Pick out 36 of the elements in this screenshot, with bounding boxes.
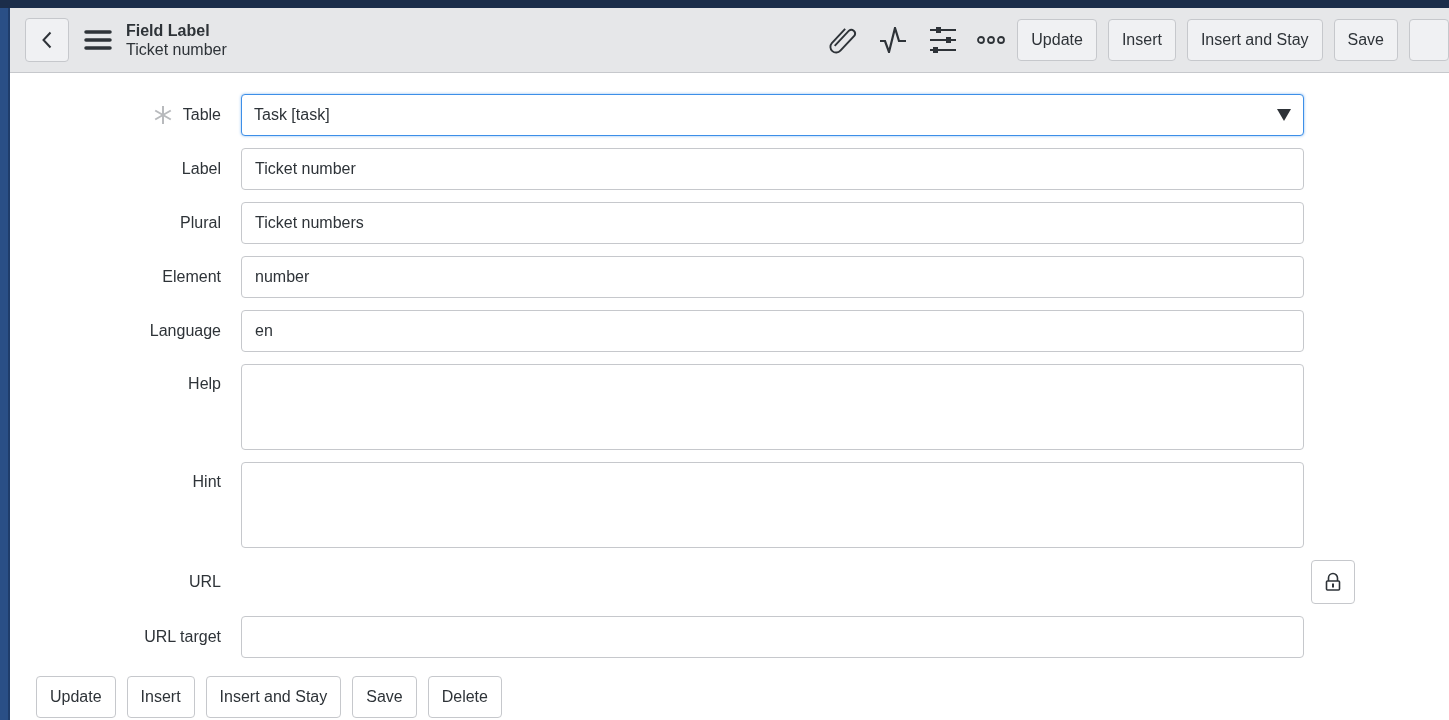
sliders-icon[interactable] bbox=[929, 26, 958, 54]
header-action-button[interactable]: Insert and Stay bbox=[1186, 19, 1323, 61]
field-label: Element bbox=[162, 267, 221, 287]
text-input-field[interactable]: number bbox=[241, 256, 1304, 298]
chevron-left-icon bbox=[42, 31, 52, 49]
textarea-field[interactable] bbox=[241, 462, 1304, 548]
back-button[interactable] bbox=[25, 18, 69, 62]
text-input-field[interactable] bbox=[241, 616, 1304, 658]
footer-action-button[interactable]: Delete bbox=[427, 676, 502, 718]
lock-button[interactable] bbox=[1311, 560, 1355, 604]
field-label: Label bbox=[181, 159, 221, 179]
field-label: URL target bbox=[144, 627, 221, 647]
footer-action-button[interactable]: Insert and Stay bbox=[205, 676, 342, 718]
header-action-button[interactable]: Update bbox=[1017, 19, 1097, 61]
table-select[interactable]: Task [task] bbox=[241, 94, 1304, 136]
field-label: URL bbox=[189, 572, 221, 592]
field-label: Table bbox=[182, 105, 221, 125]
text-input-field[interactable]: en bbox=[241, 310, 1304, 352]
field-label: Language bbox=[149, 321, 221, 341]
form-title: Field Label bbox=[126, 21, 211, 40]
text-input-field[interactable]: Ticket numbers bbox=[241, 202, 1304, 244]
footer-action-button[interactable]: Insert bbox=[126, 676, 195, 718]
menu-icon[interactable] bbox=[84, 29, 112, 51]
form-subtitle: Ticket number bbox=[126, 40, 227, 59]
more-options-icon[interactable] bbox=[977, 35, 1006, 45]
header-action-button[interactable]: Insert bbox=[1107, 19, 1176, 61]
textarea-field[interactable] bbox=[241, 364, 1304, 450]
footer-action-button[interactable]: Update bbox=[36, 676, 116, 718]
header-action-button[interactable]: Save bbox=[1333, 19, 1398, 61]
field-label: Plural bbox=[180, 213, 221, 233]
lock-icon bbox=[1325, 572, 1341, 592]
field-label: Help bbox=[188, 374, 221, 394]
dropdown-caret-icon bbox=[1277, 109, 1291, 121]
field-label: Hint bbox=[192, 472, 221, 492]
text-input-field[interactable]: Ticket number bbox=[241, 148, 1304, 190]
footer-action-button[interactable]: Save bbox=[352, 676, 417, 718]
